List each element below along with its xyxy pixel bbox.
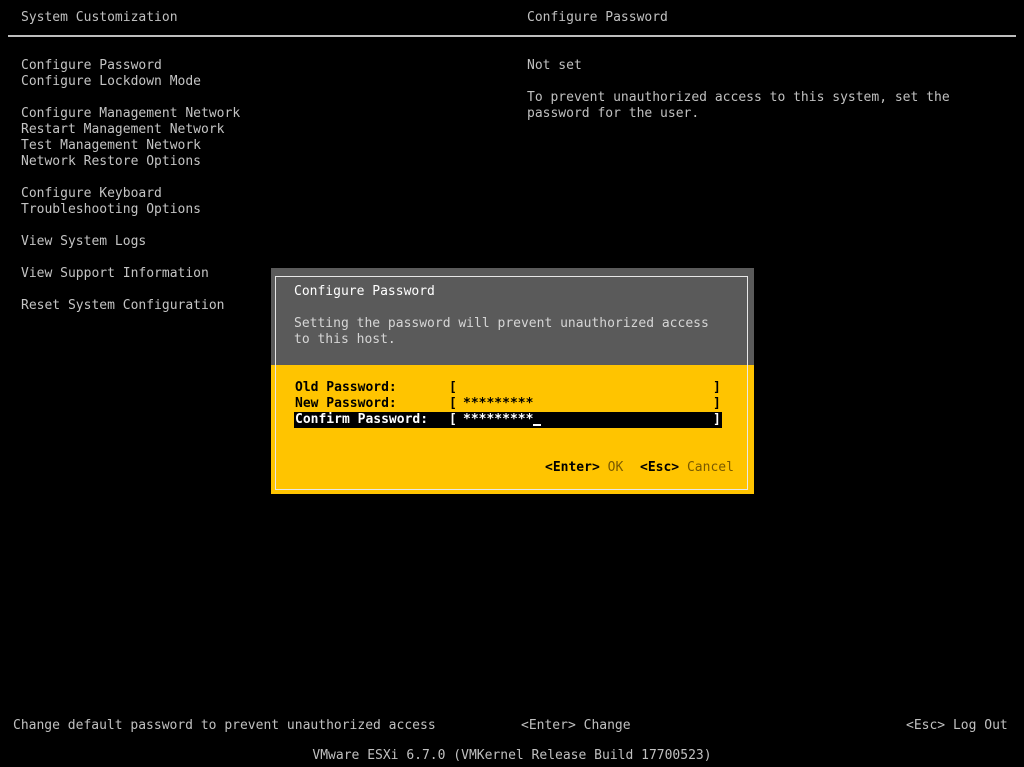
enter-key: <Enter> [521,718,576,733]
menu-item-test-management-network[interactable]: Test Management Network [21,138,201,154]
menu-item-configure-password[interactable]: Configure Password [21,58,162,74]
dialog-ok-action[interactable]: <Enter> OK [545,460,623,476]
dialog-title: Configure Password [294,284,435,299]
menu-item-configure-lockdown-mode[interactable]: Configure Lockdown Mode [21,74,201,90]
panel-title-right: Configure Password [527,10,668,25]
cancel-label: Cancel [686,460,734,475]
old-password-close-bracket: ] [713,380,721,395]
menu-item-view-support-information[interactable]: View Support Information [21,266,209,282]
version-text: VMware ESXi 6.7.0 (VMKernel Release Buil… [312,748,712,763]
old-password-field[interactable]: Old Password: [ ] [294,380,722,396]
dialog-description: Setting the password will prevent unauth… [294,316,709,347]
confirm-password-value-wrap: ********* [463,412,542,428]
confirm-password-field[interactable]: Confirm Password: [ ********* ] [294,412,722,428]
text-cursor [533,424,542,426]
menu-item-troubleshooting-options[interactable]: Troubleshooting Options [21,202,201,218]
esc-action-label: Log Out [952,718,1008,733]
menu-item-configure-keyboard[interactable]: Configure Keyboard [21,186,162,202]
esc-logout-action[interactable]: <Esc> Log Out [906,718,1008,734]
old-password-open-bracket: [ [449,380,457,395]
new-password-value[interactable]: ********* [463,396,533,412]
configure-password-dialog: Configure Password Setting the password … [271,268,754,494]
menu-item-reset-system-configuration[interactable]: Reset System Configuration [21,298,225,314]
new-password-field[interactable]: New Password: [ ********* ] [294,396,722,412]
enter-change-action[interactable]: <Enter> Change [521,718,631,734]
new-password-open-bracket: [ [449,396,457,411]
new-password-label: New Password: [295,396,397,411]
dialog-cancel-action[interactable]: <Esc> Cancel [640,460,734,476]
old-password-label: Old Password: [295,380,397,395]
menu-item-restart-management-network[interactable]: Restart Management Network [21,122,225,138]
cancel-key: <Esc> [640,460,680,475]
panel-title-left: System Customization [21,10,178,25]
confirm-password-open-bracket: [ [449,412,457,427]
ok-key: <Enter> [545,460,600,475]
password-status: Not set [527,58,582,73]
status-hint: Change default password to prevent unaut… [13,718,436,733]
confirm-password-value[interactable]: ********* [463,412,533,427]
ok-label: OK [607,460,624,475]
confirm-password-close-bracket: ] [713,412,721,427]
menu-item-network-restore-options[interactable]: Network Restore Options [21,154,201,170]
confirm-password-label: Confirm Password: [295,412,429,427]
menu-item-configure-management-network[interactable]: Configure Management Network [21,106,240,122]
new-password-close-bracket: ] [713,396,721,411]
menu-item-view-system-logs[interactable]: View System Logs [21,234,146,250]
esc-key: <Esc> [906,718,946,733]
header-divider [8,35,1016,37]
enter-action-label: Change [583,718,631,733]
detail-description: To prevent unauthorized access to this s… [527,90,950,121]
